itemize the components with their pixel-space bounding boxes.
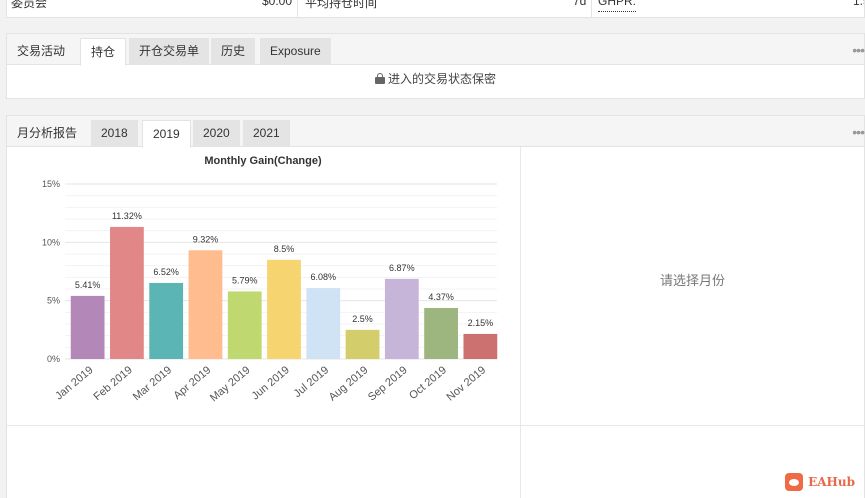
tab-year-2018[interactable]: 2018 xyxy=(91,120,138,147)
monthly-panel: 月分析报告 2018 2019 2020 2021 ••• Monthly Ga… xyxy=(6,115,865,498)
bar-value-label: 9.32% xyxy=(193,234,219,244)
tab-year-2019[interactable]: 2019 xyxy=(142,120,191,148)
bar-jul-2019[interactable] xyxy=(306,288,341,359)
commission-value: $0.00 xyxy=(262,0,293,8)
x-tick-label: Jun 2019 xyxy=(250,364,292,402)
monthly-tabbar: 月分析报告 2018 2019 2020 2021 ••• xyxy=(7,116,865,148)
bar-feb-2019[interactable] xyxy=(110,226,144,359)
x-tick-label: Oct 2019 xyxy=(407,364,449,402)
tab-trading-activity[interactable]: 交易活动 xyxy=(7,38,75,65)
x-tick-label: Jul 2019 xyxy=(292,364,332,400)
bar-value-label: 6.87% xyxy=(389,263,415,273)
bar-nov-2019[interactable] xyxy=(463,333,498,359)
tab-year-2021[interactable]: 2021 xyxy=(243,120,290,147)
x-tick-label: May 2019 xyxy=(208,364,253,404)
monthly-report-title: 月分析报告 xyxy=(17,126,78,140)
tab-history[interactable]: 历史 xyxy=(211,38,256,65)
x-tick-label: Jan 2019 xyxy=(53,364,95,402)
bar-sep-2019[interactable] xyxy=(384,278,419,359)
commission-label: 委员会 xyxy=(11,0,48,10)
x-tick-label: Aug 2019 xyxy=(327,364,371,403)
trading-panel: 交易活动 持仓 开仓交易单 历史 Exposure ••• 进入的交易状态保密 xyxy=(6,33,865,99)
bar-value-label: 8.5% xyxy=(274,244,295,254)
avg-hold-label: 平均持仓时间 xyxy=(305,0,378,10)
chart-title: Monthly Gain(Change) xyxy=(204,155,322,167)
x-tick-label: Sep 2019 xyxy=(366,364,410,403)
bar-may-2019[interactable] xyxy=(227,291,262,359)
tab-exposure[interactable]: Exposure xyxy=(260,38,331,65)
bar-value-label: 2.15% xyxy=(468,318,494,328)
lock-icon xyxy=(374,73,385,84)
bar-value-label: 5.79% xyxy=(232,275,258,285)
bar-value-label: 4.37% xyxy=(428,292,454,302)
watermark-text: EAHub xyxy=(808,475,855,489)
y-tick-label: 10% xyxy=(42,237,60,247)
bar-value-label: 6.08% xyxy=(311,272,337,282)
bar-jun-2019[interactable] xyxy=(267,259,301,359)
more-options-icon[interactable]: ••• xyxy=(852,42,865,58)
bar-value-label: 2.5% xyxy=(352,314,373,324)
eahub-logo-icon xyxy=(785,473,804,491)
bar-value-label: 11.32% xyxy=(112,211,142,221)
bar-oct-2019[interactable] xyxy=(424,308,458,359)
x-tick-label: Mar 2019 xyxy=(131,364,174,403)
tab-year-2020[interactable]: 2020 xyxy=(193,120,240,147)
x-tick-label: Apr 2019 xyxy=(171,364,213,402)
bar-mar-2019[interactable] xyxy=(149,282,184,359)
bar-apr-2019[interactable] xyxy=(188,250,223,359)
locked-message: 进入的交易状态保密 xyxy=(387,72,496,86)
y-tick-label: 5% xyxy=(47,296,60,306)
monthly-gain-chart: Monthly Gain(Change) 0% 5% 10% 15% 5.41% Jan… xyxy=(42,155,498,404)
locked-notice: 进入的交易状态保密 xyxy=(7,70,864,87)
monthly-more-icon[interactable]: ••• xyxy=(852,124,865,140)
bar-jan-2019[interactable] xyxy=(70,295,105,359)
x-tick-label: Nov 2019 xyxy=(445,364,489,403)
bar-aug-2019[interactable] xyxy=(345,329,380,359)
avg-hold-value: 7d xyxy=(573,0,587,8)
tab-open-orders[interactable]: 开仓交易单 xyxy=(129,38,210,65)
ghpr-label: GHPR: xyxy=(598,0,637,12)
eahub-watermark: EAHub xyxy=(785,472,855,492)
bar-value-label: 5.41% xyxy=(75,280,101,290)
trading-tabbar: 交易活动 持仓 开仓交易单 历史 Exposure ••• xyxy=(7,34,865,66)
bar-value-label: 6.52% xyxy=(153,267,179,277)
y-tick-label: 15% xyxy=(42,179,60,189)
y-tick-label: 0% xyxy=(47,354,60,364)
select-month-placeholder: 请选择月份 xyxy=(659,273,725,288)
tab-positions[interactable]: 持仓 xyxy=(80,38,127,66)
summary-strip: 委员会 $0.00 平均持仓时间 7d GHPR: 1.5 xyxy=(6,0,865,18)
x-tick-label: Feb 2019 xyxy=(92,364,135,403)
ghpr-value: 1.5 xyxy=(853,0,864,8)
